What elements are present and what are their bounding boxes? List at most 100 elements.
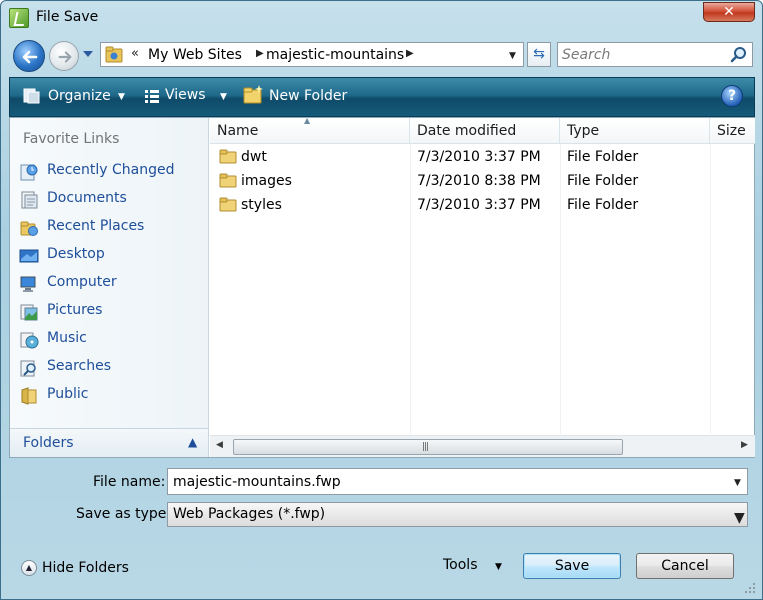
file-date: 7/3/2010 8:38 PM xyxy=(417,173,541,189)
new-folder-icon xyxy=(243,85,263,104)
new-folder-button[interactable]: New Folder xyxy=(269,88,347,104)
sidebar-item-label: Desktop xyxy=(47,246,105,262)
recently-changed-icon xyxy=(20,164,38,181)
pictures-icon xyxy=(20,304,38,321)
hide-folders-label: Hide Folders xyxy=(42,560,129,576)
sidebar-item-documents[interactable]: Documents xyxy=(16,188,206,212)
horizontal-scrollbar[interactable]: ◀ ||| ▶ xyxy=(210,435,755,457)
help-icon[interactable]: ? xyxy=(721,85,743,107)
file-type: File Folder xyxy=(567,149,639,165)
views-caret-icon[interactable]: ▼ xyxy=(220,92,227,102)
close-button[interactable]: ✕ xyxy=(703,2,755,22)
breadcrumb-my-web-sites[interactable]: My Web Sites xyxy=(148,47,242,63)
sidebar-item-searches[interactable]: Searches xyxy=(16,356,206,380)
sidebar-item-label: Public xyxy=(47,386,89,402)
address-bar[interactable]: « My Web Sites ▶ majestic-mountains ▶ ▼ xyxy=(100,42,524,67)
sidebar-item-recent-places[interactable]: Recent Places xyxy=(16,216,206,240)
folder-icon xyxy=(219,197,237,212)
folders-label: Folders xyxy=(23,435,74,451)
search-box[interactable] xyxy=(557,42,753,67)
address-overflow-chevron[interactable]: « xyxy=(131,46,139,61)
scroll-left-icon[interactable]: ◀ xyxy=(216,440,223,450)
sidebar-item-label: Recent Places xyxy=(47,218,145,234)
recent-pages-dropdown-icon[interactable] xyxy=(82,49,94,59)
sidebar-item-label: Searches xyxy=(47,358,112,374)
public-folder-icon xyxy=(21,387,37,405)
file-name-input[interactable] xyxy=(173,473,713,491)
sidebar-item-pictures[interactable]: Pictures xyxy=(16,300,206,324)
scrollbar-thumb[interactable]: ||| xyxy=(233,439,623,455)
column-header-type[interactable]: Type xyxy=(560,118,710,144)
sidebar-item-desktop[interactable]: Desktop xyxy=(16,244,206,268)
forward-arrow-icon xyxy=(58,51,72,63)
table-row[interactable]: images 7/3/2010 8:38 PM File Folder xyxy=(210,169,755,193)
folder-icon xyxy=(219,149,237,164)
app-icon xyxy=(9,8,29,28)
chevron-down-icon[interactable]: ▼ xyxy=(734,510,745,526)
file-name: dwt xyxy=(241,149,267,165)
music-icon xyxy=(20,332,39,349)
folder-location-icon xyxy=(105,46,123,63)
breadcrumb-majestic-mountains[interactable]: majestic-mountains xyxy=(266,47,404,63)
save-as-type-select[interactable]: Web Packages (*.fwp) ▼ xyxy=(167,502,748,527)
back-button[interactable] xyxy=(13,40,45,72)
sidebar-item-recently-changed[interactable]: Recently Changed xyxy=(16,160,206,184)
search-icon[interactable] xyxy=(730,46,748,64)
sidebar-item-label: Music xyxy=(47,330,87,346)
hide-folders-button[interactable]: ▲ Hide Folders xyxy=(19,558,134,580)
sidebar-item-label: Pictures xyxy=(47,302,103,318)
computer-icon xyxy=(20,276,36,292)
column-header-date-modified[interactable]: Date modified xyxy=(410,118,560,144)
sort-ascending-icon: ▲ xyxy=(304,116,311,125)
sidebar-item-label: Recently Changed xyxy=(47,162,175,178)
address-dropdown-icon[interactable]: ▼ xyxy=(509,51,516,61)
organize-button[interactable]: Organize xyxy=(48,88,111,104)
tools-button[interactable]: Tools xyxy=(443,557,478,573)
forward-button[interactable] xyxy=(49,41,79,71)
breadcrumb-separator-icon[interactable]: ▶ xyxy=(406,48,414,59)
back-arrow-icon xyxy=(22,50,38,64)
navigation-pane: Favorite Links Recently Changed Document… xyxy=(10,118,209,457)
favorite-links-header: Favorite Links xyxy=(23,131,120,147)
desktop-icon xyxy=(19,249,39,263)
organize-icon xyxy=(23,88,40,104)
folder-icon xyxy=(219,173,237,188)
sidebar-item-computer[interactable]: Computer xyxy=(16,272,206,296)
organize-caret-icon[interactable]: ▼ xyxy=(118,92,125,102)
file-name: images xyxy=(241,173,292,189)
column-label: Name xyxy=(217,123,259,139)
table-row[interactable]: dwt 7/3/2010 3:37 PM File Folder xyxy=(210,145,755,169)
grip-icon: ||| xyxy=(422,442,429,452)
table-row[interactable]: styles 7/3/2010 3:37 PM File Folder xyxy=(210,193,755,217)
breadcrumb-separator-icon[interactable]: ▶ xyxy=(256,48,264,59)
column-header-name[interactable]: Name ▲ xyxy=(210,116,410,144)
recent-places-icon xyxy=(20,221,38,236)
cancel-button[interactable]: Cancel xyxy=(636,553,734,579)
folders-bar[interactable]: Folders ▲ xyxy=(10,428,208,457)
save-as-type-label: Save as type: xyxy=(76,506,172,522)
resize-grip-icon[interactable] xyxy=(743,581,757,595)
sidebar-item-music[interactable]: Music xyxy=(16,328,206,352)
file-name-field[interactable]: ▼ xyxy=(167,468,748,495)
file-name-label: File name: xyxy=(93,474,166,490)
scroll-right-icon[interactable]: ▶ xyxy=(741,440,748,450)
chevron-down-icon[interactable]: ▼ xyxy=(734,478,741,488)
chevron-up-icon[interactable]: ▲ xyxy=(188,435,197,449)
searches-icon xyxy=(20,360,36,377)
sidebar-item-public[interactable]: Public xyxy=(16,384,206,408)
column-label: Date modified xyxy=(417,123,517,139)
window-title: File Save xyxy=(36,9,99,25)
search-input[interactable] xyxy=(562,46,722,64)
documents-icon xyxy=(21,191,38,209)
file-list: Name ▲ Date modified Type Size dwt 7/3/2… xyxy=(210,116,755,457)
column-label: Type xyxy=(567,123,600,139)
column-label: Size xyxy=(717,123,746,139)
save-button[interactable]: Save xyxy=(523,553,621,579)
file-type: File Folder xyxy=(567,197,639,213)
tools-caret-icon[interactable]: ▼ xyxy=(495,562,502,572)
views-button[interactable]: Views xyxy=(165,87,206,103)
command-toolbar: Organize ▼ Views ▼ New Folder ? xyxy=(9,77,755,117)
column-header-size[interactable]: Size xyxy=(710,118,755,144)
refresh-button[interactable]: ⇆ xyxy=(527,42,551,67)
file-type: File Folder xyxy=(567,173,639,189)
